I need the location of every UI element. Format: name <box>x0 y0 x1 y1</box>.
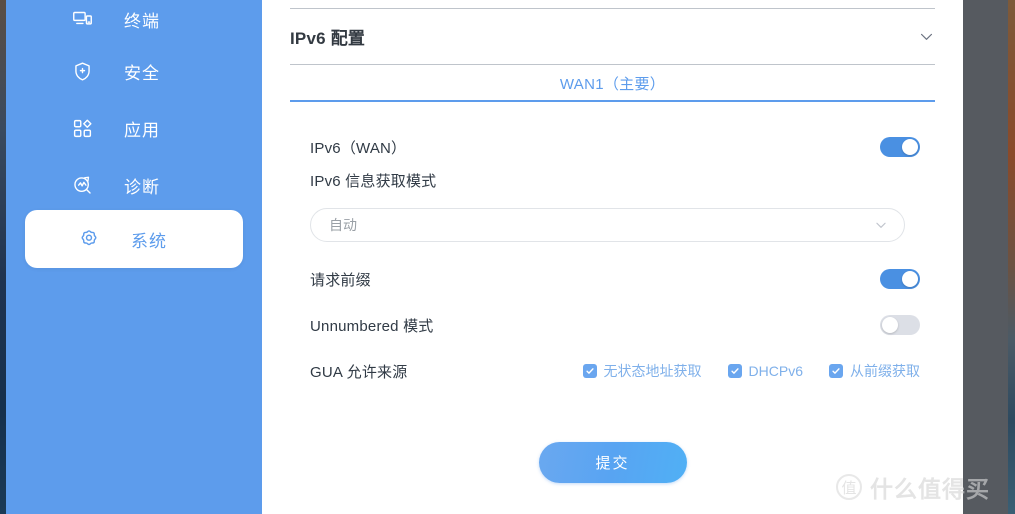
sidebar-item-label: 安全 <box>124 63 160 83</box>
checkbox-label: 从前缀获取 <box>850 363 920 379</box>
sidebar-item-label: 系统 <box>131 231 167 251</box>
select-ipv6-mode[interactable]: 自动 <box>310 208 905 242</box>
row-unnumbered: Unnumbered 模式 <box>310 302 920 348</box>
toggle-knob <box>902 139 918 155</box>
checkbox-label: 无状态地址获取 <box>603 363 702 379</box>
screen-root: 终端 安全 应用 诊断 系统 IPv6 配置 WAN1（主要） IPv6（WAN… <box>0 0 1015 514</box>
sidebar-item-system[interactable]: 系统 <box>25 210 243 268</box>
toggle-unnumbered[interactable] <box>880 315 920 335</box>
tab-bar: WAN1（主要） <box>290 65 935 101</box>
gear-icon <box>69 219 109 259</box>
apps-grid-icon <box>62 108 102 148</box>
main-content: IPv6 配置 WAN1（主要） IPv6（WAN） IPv6 信息获取模式 自… <box>262 0 963 514</box>
row-ipv6-wan: IPv6（WAN） <box>310 124 920 170</box>
right-edge-strip <box>1008 0 1015 514</box>
sidebar-item-label: 终端 <box>124 11 160 31</box>
shield-plus-icon <box>62 51 102 91</box>
label-ipv6-wan: IPv6（WAN） <box>310 139 407 157</box>
sidebar-item-label: 应用 <box>124 120 160 140</box>
toggle-request-prefix[interactable] <box>880 269 920 289</box>
toggle-ipv6-wan[interactable] <box>880 137 920 157</box>
toggle-knob <box>882 317 898 333</box>
diagnostics-icon <box>62 165 102 205</box>
submit-button[interactable]: 提交 <box>538 442 687 483</box>
label-unnumbered: Unnumbered 模式 <box>310 317 434 335</box>
label-ipv6-mode: IPv6 信息获取模式 <box>310 173 437 190</box>
submit-area: 提交 <box>262 442 963 483</box>
row-mode-label: IPv6 信息获取模式 <box>310 170 920 204</box>
right-dark-band <box>963 0 1008 514</box>
sidebar-item-apps[interactable]: 应用 <box>6 101 262 155</box>
sidebar: 终端 安全 应用 诊断 系统 <box>6 0 262 514</box>
check-icon <box>829 364 843 378</box>
checkbox-dhcpv6[interactable]: DHCPv6 <box>727 363 803 379</box>
row-request-prefix: 请求前缀 <box>310 256 920 302</box>
row-gua-sources: GUA 允许来源 无状态地址获取 DHCPv6 从前缀获取 <box>310 348 920 394</box>
panel-header[interactable]: IPv6 配置 <box>290 9 935 64</box>
select-box[interactable]: 自动 <box>310 208 905 242</box>
checkbox-from-prefix[interactable]: 从前缀获取 <box>829 361 920 381</box>
label-gua-sources: GUA 允许来源 <box>310 363 408 381</box>
tab-wan1[interactable]: WAN1（主要） <box>560 73 665 94</box>
check-icon <box>727 364 742 378</box>
toggle-knob <box>902 271 918 287</box>
chevron-down-icon[interactable] <box>917 28 935 46</box>
select-value: 自动 <box>329 217 357 233</box>
sidebar-item-security[interactable]: 安全 <box>6 44 262 98</box>
check-icon <box>582 364 597 378</box>
chevron-down-icon <box>873 217 889 233</box>
sidebar-item-diagnostics[interactable]: 诊断 <box>6 158 262 212</box>
sidebar-item-label: 诊断 <box>124 177 160 197</box>
gua-checkbox-group: 无状态地址获取 DHCPv6 从前缀获取 <box>582 361 920 381</box>
devices-icon <box>62 0 102 39</box>
tab-active-underline <box>290 100 935 102</box>
page-title: IPv6 配置 <box>290 29 366 48</box>
checkbox-label: DHCPv6 <box>748 363 803 379</box>
ipv6-form: IPv6（WAN） IPv6 信息获取模式 自动 请求前缀 Unnumbered… <box>310 124 920 394</box>
sidebar-item-terminal[interactable]: 终端 <box>6 0 262 46</box>
checkbox-stateless[interactable]: 无状态地址获取 <box>582 361 702 381</box>
label-request-prefix: 请求前缀 <box>310 271 371 289</box>
